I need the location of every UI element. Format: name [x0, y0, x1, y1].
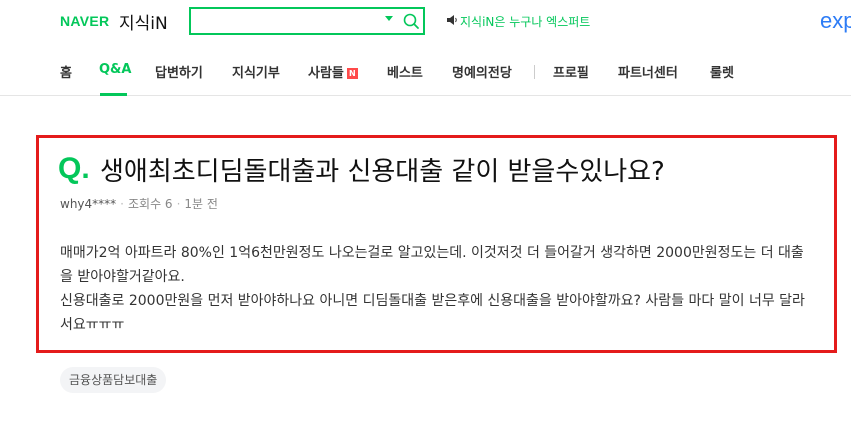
tab-profile[interactable]: 프로필: [553, 62, 589, 81]
meta-dot: ·: [176, 197, 181, 211]
post-time: 1분 전: [184, 197, 218, 211]
tab-answer[interactable]: 답변하기: [155, 62, 203, 81]
search-input[interactable]: [197, 12, 377, 30]
speaker-icon: [447, 15, 457, 25]
new-badge: N: [346, 68, 358, 79]
tab-hall-of-fame[interactable]: 명예의전당: [452, 62, 512, 81]
tab-people-label: 사람들: [308, 66, 344, 81]
view-count: 조회수 6: [127, 197, 173, 211]
active-tab-indicator: [100, 93, 127, 96]
search-box: [189, 7, 425, 35]
tab-best[interactable]: 베스트: [387, 62, 423, 81]
expert-notice-link[interactable]: 지식iN은 누구나 엑스퍼트: [460, 13, 590, 30]
dropdown-caret-icon[interactable]: [385, 16, 393, 21]
main-nav: 홈 Q&A 답변하기 지식기부 사람들 N 베스트 명예의전당 프로필 파트너센터…: [0, 50, 851, 96]
question-title: 생애최초디딤돌대출과 신용대출 같이 받을수있나요?: [100, 157, 665, 187]
tag-chip[interactable]: 금융상품담보대출: [60, 367, 167, 393]
question-body-line: 매매가2억 아파트라 80%인 1억6천만원정도 나오는걸로 알고있는데. 이것…: [60, 245, 804, 285]
tab-qna[interactable]: Q&A: [99, 62, 131, 77]
tab-home[interactable]: 홈: [60, 62, 72, 81]
search-icon[interactable]: [402, 12, 420, 30]
question-meta: why4**** · 조회수 6 · 1분 전: [60, 195, 218, 212]
tab-people[interactable]: 사람들 N: [308, 62, 358, 81]
tab-partner-center[interactable]: 파트너센터: [618, 62, 678, 81]
nav-divider: [534, 65, 535, 79]
header: NAVER 지식iN 지식iN은 누구나 엑스퍼트 exp: [0, 0, 851, 46]
question-body: 매매가2억 아파트라 80%인 1억6천만원정도 나오는걸로 알고있는데. 이것…: [60, 241, 810, 337]
question-body-line: 신용대출로 2000만원을 먼저 받아야하나요 아니면 디딤돌대출 받은후에 신…: [60, 293, 805, 333]
meta-dot: ·: [120, 197, 124, 211]
tab-knowledge-donation[interactable]: 지식기부: [232, 62, 280, 81]
naver-logo[interactable]: NAVER: [60, 13, 109, 29]
question-mark-label: Q.: [58, 152, 90, 185]
kin-logo[interactable]: 지식iN: [119, 9, 168, 34]
author-name[interactable]: why4****: [60, 197, 116, 211]
tab-roulette[interactable]: 룰렛: [710, 62, 734, 81]
expert-logo[interactable]: exp: [820, 8, 851, 34]
